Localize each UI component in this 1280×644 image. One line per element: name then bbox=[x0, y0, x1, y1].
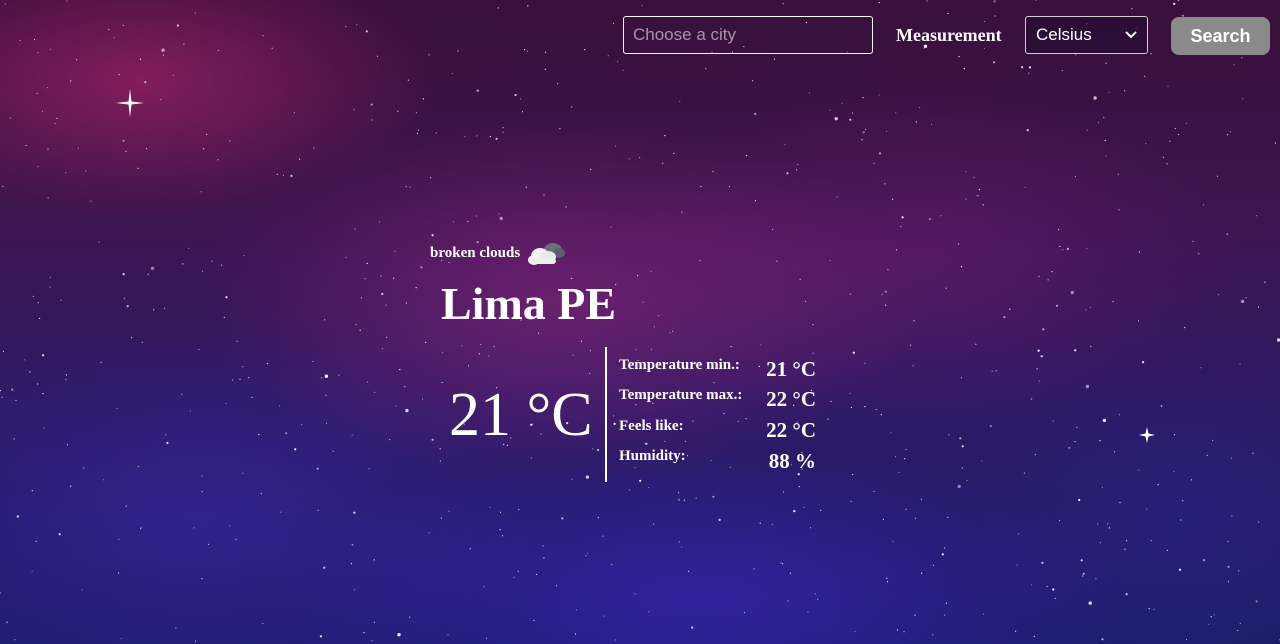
measurement-label: Measurement bbox=[896, 25, 1002, 45]
city-name: Lima PE bbox=[441, 278, 617, 329]
feels-like-label: Feels like: bbox=[619, 418, 684, 434]
temp-min-value: 21 °C bbox=[766, 357, 816, 381]
measurement-selected-value: Celsius bbox=[1036, 25, 1092, 44]
temp-max-label: Temperature max.: bbox=[619, 387, 743, 403]
measurement-select[interactable]: Celsius bbox=[1025, 16, 1148, 54]
current-temperature: 21 °C bbox=[449, 381, 593, 449]
temp-min-label: Temperature min.: bbox=[619, 357, 740, 373]
divider bbox=[605, 347, 607, 482]
feels-like-value: 22 °C bbox=[766, 418, 816, 442]
space-background bbox=[0, 0, 1280, 644]
search-button[interactable]: Search bbox=[1171, 17, 1270, 55]
humidity-value: 88 % bbox=[768, 449, 816, 473]
temp-max-value: 22 °C bbox=[766, 387, 816, 411]
condition-text: broken clouds bbox=[430, 244, 521, 261]
weather-condition: broken clouds bbox=[430, 239, 566, 267]
humidity-label: Humidity: bbox=[619, 448, 686, 464]
chevron-down-icon bbox=[1125, 29, 1137, 41]
broken-clouds-icon bbox=[526, 239, 566, 267]
city-search-input[interactable] bbox=[623, 16, 873, 54]
